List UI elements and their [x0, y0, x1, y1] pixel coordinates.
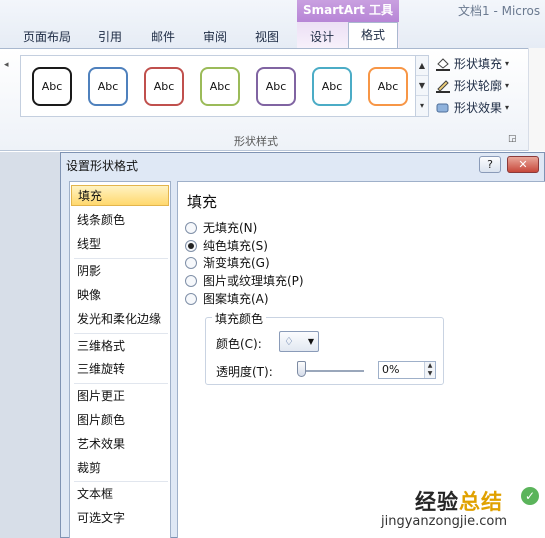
- paint-bucket-icon: ♢: [284, 335, 294, 348]
- nav-divider: [74, 481, 168, 482]
- nav-item-3d-format[interactable]: 三维格式: [71, 336, 169, 357]
- format-category-list: 填充 线条颜色 线型 阴影 映像 发光和柔化边缘 三维格式 三维旋转 图片更正 …: [69, 181, 171, 538]
- gallery-more-icon[interactable]: ▾: [416, 96, 428, 116]
- radio-solid-fill[interactable]: 纯色填充(S): [185, 237, 268, 254]
- radio-label: 无填充(N): [203, 221, 258, 235]
- nav-item-reflection[interactable]: 映像: [71, 285, 169, 306]
- color-picker-button[interactable]: ♢ ▼: [279, 331, 319, 352]
- watermark-url: jingyanzongjie.com: [381, 514, 508, 529]
- dialog-launcher-icon[interactable]: ◲: [508, 134, 517, 144]
- radio-button[interactable]: [185, 292, 197, 305]
- shape-style-swatch[interactable]: Abc: [88, 67, 128, 106]
- nav-item-line-style[interactable]: 线型: [71, 234, 169, 255]
- ribbon-edge: [528, 48, 545, 151]
- fill-color-group-title: 填充颜色: [212, 310, 267, 327]
- shape-fill-button[interactable]: 形状填充 ▾: [435, 55, 509, 72]
- shape-style-swatch[interactable]: Abc: [312, 67, 352, 106]
- tab-format[interactable]: 格式: [348, 22, 398, 49]
- shape-effects-icon: [436, 103, 449, 112]
- transparency-slider-thumb[interactable]: [297, 361, 306, 377]
- shape-style-swatch[interactable]: Abc: [256, 67, 296, 106]
- nav-divider: [74, 383, 168, 384]
- shape-style-swatch[interactable]: Abc: [368, 67, 408, 106]
- shape-effects-label: 形状效果: [454, 101, 503, 115]
- shape-fill-label: 形状填充: [454, 57, 503, 71]
- shape-styles-group-label: 形状样式: [234, 135, 278, 148]
- watermark-brand-part1: 经验: [415, 490, 459, 514]
- pen-outline-icon: [436, 79, 450, 93]
- chevron-down-icon: ▼: [307, 337, 314, 346]
- nav-divider: [74, 333, 168, 334]
- tab-page-layout[interactable]: 页面布局: [23, 28, 71, 45]
- gallery-scroll: ▲ ▼ ▾: [416, 55, 429, 117]
- shape-outline-label: 形状轮廓: [454, 79, 503, 93]
- format-shape-dialog: 设置形状格式 ? ✕ 填充 线条颜色 线型 阴影 映像 发光和柔化边缘 三维格式…: [60, 152, 545, 538]
- watermark-brand-part2: 总结: [459, 490, 503, 514]
- radio-no-fill[interactable]: 无填充(N): [185, 219, 257, 236]
- nav-item-line-color[interactable]: 线条颜色: [71, 210, 169, 231]
- smartart-tools-header: SmartArt 工具: [297, 0, 399, 22]
- fill-color-group: 填充颜色 颜色(C): ♢ ▼ 透明度(T): 0% ▲ ▼: [205, 310, 444, 385]
- radio-label: 图案填充(A): [203, 292, 269, 306]
- tab-references[interactable]: 引用: [98, 28, 122, 45]
- radio-button[interactable]: [185, 256, 197, 269]
- radio-label: 图片或纹理填充(P): [203, 274, 304, 288]
- radio-label: 纯色填充(S): [203, 239, 268, 253]
- shape-outline-button[interactable]: 形状轮廓 ▾: [435, 77, 509, 94]
- paint-bucket-icon: [436, 57, 450, 71]
- transparency-value: 0%: [382, 363, 400, 376]
- dropdown-arrow-icon: ▾: [505, 59, 510, 68]
- dialog-title: 设置形状格式: [66, 159, 139, 173]
- tab-view[interactable]: 视图: [255, 28, 279, 45]
- radio-button[interactable]: [185, 221, 197, 234]
- document-margin: [0, 152, 60, 538]
- scroll-down-icon[interactable]: ▼: [416, 76, 428, 96]
- spinner-arrows-icon[interactable]: ▲ ▼: [424, 362, 435, 378]
- tab-mailings[interactable]: 邮件: [151, 28, 175, 45]
- nav-item-artistic-effects[interactable]: 艺术效果: [71, 434, 169, 455]
- help-button[interactable]: ?: [479, 156, 501, 173]
- checkmark-icon: ✓: [521, 487, 539, 505]
- radio-button[interactable]: [185, 274, 197, 287]
- scroll-up-icon[interactable]: ▲: [416, 56, 428, 76]
- color-label: 颜色(C):: [216, 337, 262, 351]
- nav-item-alt-text[interactable]: 可选文字: [71, 508, 169, 529]
- tab-review[interactable]: 审阅: [203, 28, 227, 45]
- nav-item-crop[interactable]: 裁剪: [71, 458, 169, 479]
- dropdown-arrow-icon: ▾: [505, 81, 510, 90]
- radio-gradient-fill[interactable]: 渐变填充(G): [185, 254, 270, 271]
- shape-effects-button[interactable]: 形状效果 ▾: [435, 99, 509, 116]
- shape-style-swatch[interactable]: Abc: [144, 67, 184, 106]
- nav-divider: [74, 258, 168, 259]
- nav-item-fill[interactable]: 填充: [71, 185, 169, 206]
- close-button[interactable]: ✕: [507, 156, 539, 173]
- ribbon-tab-bar: SmartArt 工具 文档1 - Micros 页面布局 引用 邮件 审阅 视…: [0, 0, 545, 49]
- nav-item-picture-color[interactable]: 图片颜色: [71, 410, 169, 431]
- nav-item-glow-soft-edges[interactable]: 发光和柔化边缘: [71, 309, 169, 330]
- transparency-slider-track[interactable]: [300, 370, 364, 372]
- chevron-left-icon[interactable]: ◂: [4, 60, 9, 70]
- dropdown-arrow-icon: ▾: [505, 103, 510, 112]
- transparency-label: 透明度(T):: [216, 365, 273, 379]
- radio-pattern-fill[interactable]: 图案填充(A): [185, 290, 269, 307]
- nav-item-picture-corrections[interactable]: 图片更正: [71, 386, 169, 407]
- radio-picture-texture-fill[interactable]: 图片或纹理填充(P): [185, 272, 304, 289]
- fill-settings-pane: 填充 无填充(N) 纯色填充(S) 渐变填充(G) 图片或纹理填充(P) 图案填…: [177, 181, 545, 538]
- nav-item-3d-rotation[interactable]: 三维旋转: [71, 359, 169, 380]
- document-title: 文档1 - Micros: [458, 4, 541, 18]
- nav-item-text-box[interactable]: 文本框: [71, 484, 169, 505]
- pane-title: 填充: [187, 193, 218, 211]
- transparency-input[interactable]: 0% ▲ ▼: [378, 361, 436, 379]
- watermark-brand: 经验总结: [415, 486, 503, 516]
- tab-design[interactable]: 设计: [310, 28, 334, 45]
- shape-style-swatch[interactable]: Abc: [32, 67, 72, 106]
- nav-item-shadow[interactable]: 阴影: [71, 261, 169, 282]
- radio-button[interactable]: [185, 239, 197, 252]
- radio-label: 渐变填充(G): [203, 256, 270, 270]
- shape-styles-gallery: Abc Abc Abc Abc Abc Abc Abc: [20, 55, 416, 117]
- shape-style-swatch[interactable]: Abc: [200, 67, 240, 106]
